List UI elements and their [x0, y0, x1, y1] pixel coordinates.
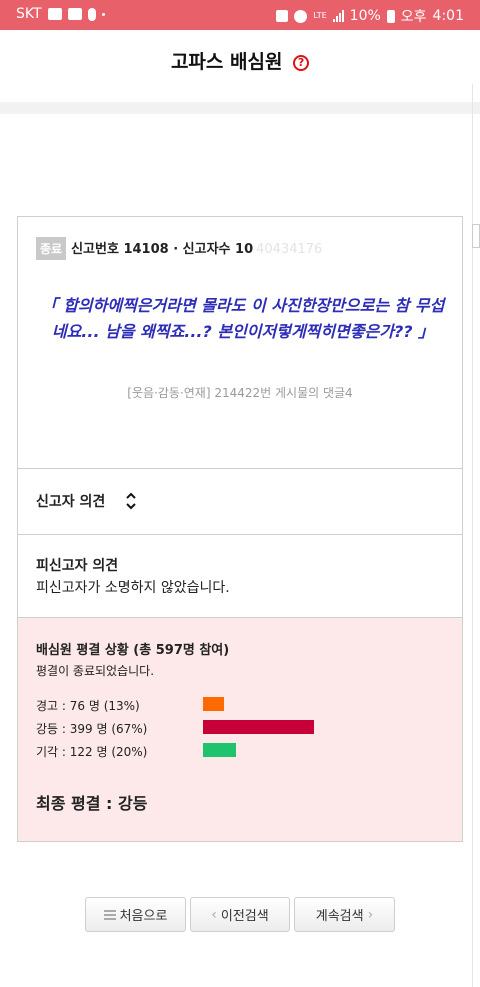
chevron-right-icon: ›	[367, 906, 374, 923]
prev-search-button[interactable]: ‹ 이전검색	[190, 897, 290, 932]
vote-label: 경고 : 76 명 (13%)	[36, 699, 140, 713]
time-ampm: 오후	[400, 9, 427, 25]
header-divider	[0, 102, 480, 114]
verdict-status: 평결이 종료되었습니다.	[36, 664, 155, 678]
carrier-label: SKT	[16, 6, 42, 22]
accused-opinion-text: 피신고자가 소명하지 않았습니다.	[36, 580, 230, 596]
vote-bar	[203, 697, 224, 711]
next-search-button[interactable]: 계속검색 ›	[294, 897, 395, 932]
battery-icon	[386, 9, 395, 23]
vote-bar	[203, 743, 236, 757]
page-header: 고파스 배심원 ?	[0, 30, 480, 102]
verdict-title: 배심원 평결 상황 (총 597명 참여)	[36, 643, 230, 658]
status-badge: 종료	[36, 237, 67, 260]
expand-toggle-icon[interactable]	[124, 489, 138, 513]
status-bar: SKT LTE 10% 오후 4:01	[0, 0, 480, 30]
list-icon	[103, 909, 116, 920]
battery-percent: 10%	[349, 8, 381, 24]
scrollbar-thumb[interactable]	[472, 224, 480, 248]
mute-icon	[276, 10, 289, 22]
dot-icon	[101, 12, 105, 16]
report-meta: 신고번호 14108 · 신고자수 10	[71, 242, 254, 257]
vote-bar	[203, 720, 314, 734]
page-title-text: 고파스 배심원	[170, 51, 283, 73]
vote-row-dismiss: 기각 : 122 명 (20%)	[36, 741, 456, 759]
reporter-opinion-row[interactable]: 신고자 의견	[18, 468, 462, 534]
report-faded-id: 40434176	[256, 242, 323, 257]
accused-opinion-label: 피신고자 의견	[36, 558, 119, 574]
status-time: 4:01	[432, 8, 464, 24]
first-button[interactable]: 처음으로	[85, 897, 186, 932]
gallery-icon	[47, 8, 62, 20]
status-bar-left: SKT	[16, 6, 105, 22]
report-card: 종료 신고번호 14108 · 신고자수 10 40434176 「 합의하에찍은거…	[17, 216, 463, 842]
vote-label: 기각 : 122 명 (20%)	[36, 745, 148, 759]
prev-search-label: 이전검색	[220, 909, 269, 924]
chevron-left-icon: ‹	[211, 906, 217, 923]
alarm-icon	[294, 9, 308, 23]
youtube-icon	[67, 8, 82, 20]
report-header: 종료 신고번호 14108 · 신고자수 10 40434176	[36, 237, 322, 260]
first-button-label: 처음으로	[119, 909, 168, 924]
lte-icon: LTE	[313, 11, 327, 20]
verdict-panel: 배심원 평결 상황 (총 597명 참여) 평결이 종료되었습니다. 경고 : …	[18, 617, 462, 841]
signal-icon	[332, 10, 344, 22]
accused-opinion-row: 피신고자 의견 피신고자가 소명하지 않았습니다.	[18, 534, 462, 617]
page-title: 고파스 배심원 ?	[0, 47, 480, 74]
final-verdict: 최종 평결 : 강등	[36, 794, 148, 813]
vote-label: 강등 : 399 명 (67%)	[36, 722, 148, 736]
reported-comment: 「 합의하에찍은거라면 몰라도 이 사진한장만으로는 참 무섭네요... 남을 …	[41, 296, 445, 341]
vote-row-demote: 강등 : 399 명 (67%)	[36, 718, 456, 736]
question-circle-icon[interactable]: ?	[293, 55, 310, 71]
status-bar-right: LTE 10% 오후 4:01	[276, 6, 464, 26]
mic-icon	[87, 7, 96, 21]
scrollbar[interactable]	[472, 84, 480, 987]
next-search-label: 계속검색	[315, 909, 364, 924]
report-section: 종료 신고번호 14108 · 신고자수 10 40434176 「 합의하에찍은거…	[18, 217, 462, 468]
vote-row-warning: 경고 : 76 명 (13%)	[36, 695, 456, 713]
source-link[interactable]: [웃음·감동·연재] 214422번 게시물의 댓글4	[18, 384, 462, 401]
reporter-opinion-label: 신고자 의견	[36, 494, 106, 510]
